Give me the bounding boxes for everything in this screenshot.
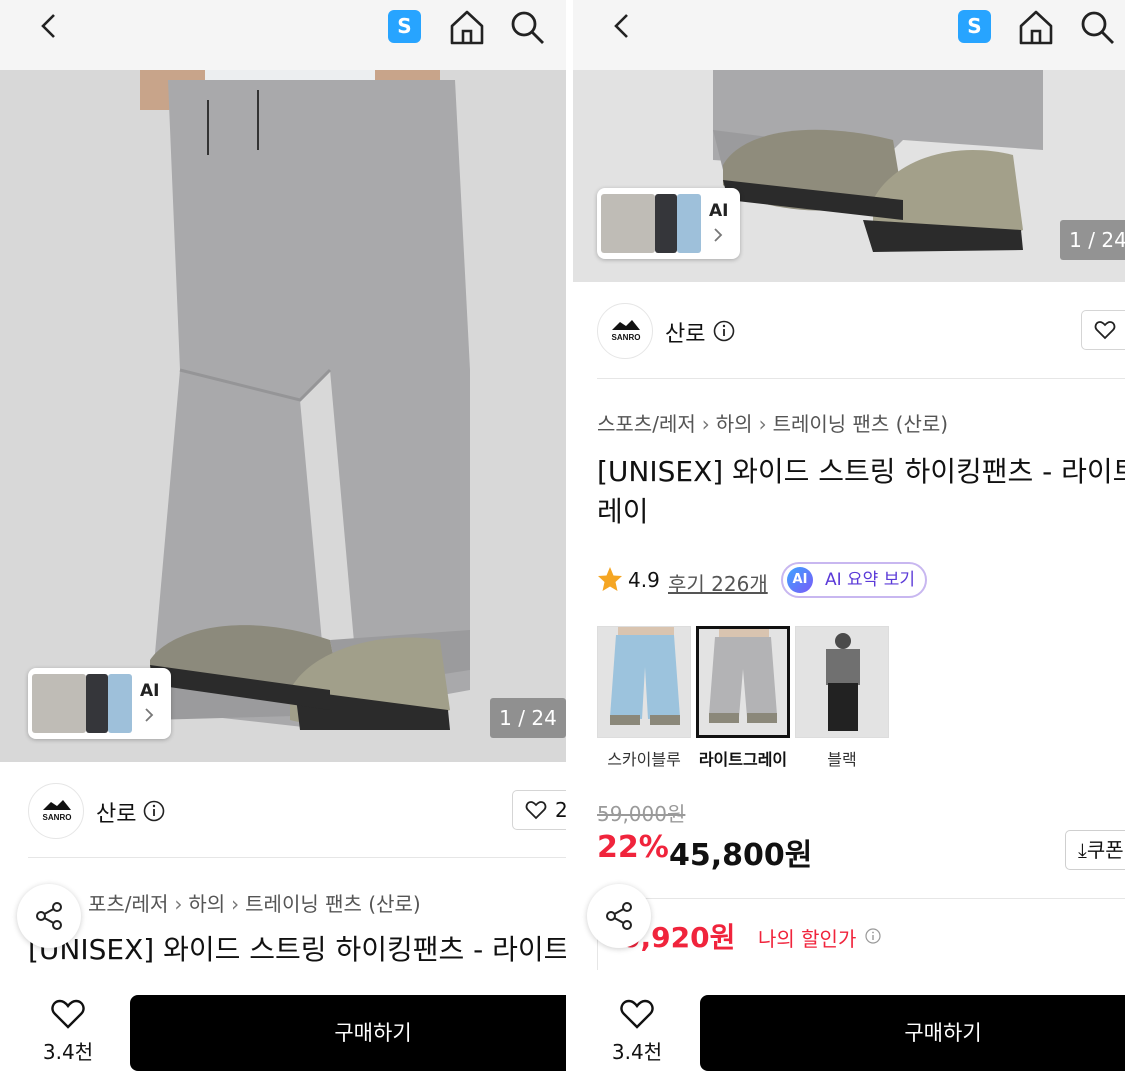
sanro-logo-icon: SANRO <box>612 320 641 342</box>
screen-left: S AI 1 / 24 SANRO 산로 포츠/레저 › 하의 › 트레이닝 팬… <box>0 0 566 1088</box>
breadcrumb-item[interactable]: 트레이닝 팬츠 (산로) <box>773 412 949 436</box>
share-icon <box>606 902 632 930</box>
color-label: 블랙 <box>827 750 857 769</box>
bottom-bar: 3.4천 구매하기 <box>0 970 566 1088</box>
wish-button[interactable]: 2 <box>512 790 566 830</box>
breadcrumb-item[interactable]: 스포츠/레저 <box>597 412 696 436</box>
my-discount-label: 나의 할인가 <box>758 927 857 951</box>
brand-logo[interactable]: SANRO <box>28 783 84 839</box>
brand-logo[interactable]: SANRO <box>597 303 653 359</box>
star-icon <box>598 567 622 591</box>
image-counter: 1 / 24 <box>490 698 566 738</box>
divider <box>28 857 566 858</box>
reviews-link[interactable]: 후기 226개 <box>668 568 768 597</box>
share-icon <box>36 902 62 930</box>
heart-outline-icon <box>525 801 547 820</box>
s-badge-icon[interactable]: S <box>388 10 421 43</box>
rating-value: 4.9 <box>628 568 660 592</box>
color-option-black[interactable] <box>795 626 889 738</box>
breadcrumb: 포츠/레저 › 하의 › 트레이닝 팬츠 (산로) <box>88 892 421 916</box>
like-count: 3.4천 <box>611 1040 663 1064</box>
ai-similar-thumbnail[interactable]: AI <box>597 188 740 259</box>
info-icon[interactable] <box>713 320 735 342</box>
ai-similar-thumbnail[interactable]: AI <box>28 668 171 739</box>
sale-price: 45,800원 <box>669 838 813 873</box>
share-button[interactable] <box>17 884 81 948</box>
search-icon[interactable] <box>1078 8 1116 46</box>
ai-label: AI <box>709 201 729 221</box>
ai-label: AI <box>140 681 160 701</box>
thumb-1 <box>601 194 655 253</box>
info-icon[interactable] <box>143 800 165 822</box>
product-photo <box>0 70 566 762</box>
share-button[interactable] <box>587 884 651 948</box>
thumb-2 <box>86 674 108 733</box>
chevron-right-icon <box>714 228 723 242</box>
top-bar: S <box>0 0 566 70</box>
wish-count: 2 <box>555 798 566 822</box>
brand-name[interactable]: 산로 <box>96 796 136 828</box>
ai-summary-label: AI 요약 보기 <box>825 570 916 590</box>
buy-button[interactable]: 구매하기 <box>700 995 1125 1071</box>
buy-button[interactable]: 구매하기 <box>130 995 566 1071</box>
swatch-photo <box>796 627 888 737</box>
swatch-photo <box>598 627 690 737</box>
thumb-3 <box>677 194 701 253</box>
wish-button[interactable]: 2 <box>1081 310 1125 350</box>
coupon-button[interactable]: ⤓쿠폰 <box>1065 830 1125 870</box>
color-label-selected: 라이트그레이 <box>698 750 788 769</box>
breadcrumb: 스포츠/레저 › 하의 › 트레이닝 팬츠 (산로) <box>597 412 949 436</box>
like-heart-icon[interactable] <box>50 998 86 1030</box>
original-price: 59,000원 <box>597 802 686 826</box>
info-icon[interactable] <box>865 928 881 944</box>
chevron-right-icon <box>145 708 154 722</box>
ai-icon: AI <box>787 567 813 593</box>
breadcrumb-item[interactable]: 하의 <box>716 412 753 436</box>
heart-outline-icon <box>1094 321 1116 340</box>
like-count: 3.4천 <box>42 1040 94 1064</box>
product-image[interactable]: AI 1 / 24 <box>0 70 566 762</box>
bottom-bar: 3.4천 구매하기 <box>573 970 1125 1088</box>
product-title: [UNISEX] 와이드 스트링 하이킹팬츠 - 라이트그 레이 <box>597 455 1125 528</box>
breadcrumb-item[interactable]: 트레이닝 팬츠 (산로) <box>245 892 421 916</box>
home-icon[interactable] <box>448 8 486 46</box>
panel-divider <box>566 0 573 1088</box>
divider <box>597 378 1125 379</box>
breadcrumb-item[interactable]: 하의 <box>188 892 225 916</box>
brand-name[interactable]: 산로 <box>665 316 705 348</box>
svg-text:SANRO: SANRO <box>612 333 641 342</box>
thumb-1 <box>32 674 86 733</box>
svg-text:SANRO: SANRO <box>43 813 72 822</box>
download-icon: ⤓ <box>1078 838 1087 862</box>
discount-rate: 22% <box>597 830 669 865</box>
breadcrumb-item[interactable]: 포츠/레저 <box>88 892 168 916</box>
top-bar: S <box>573 0 1125 70</box>
color-option-skyblue[interactable] <box>597 626 691 738</box>
color-label: 스카이블루 <box>607 750 681 769</box>
product-image[interactable]: AI 1 / 24 <box>573 70 1125 282</box>
back-icon[interactable] <box>36 12 64 40</box>
product-title: [UNISEX] 와이드 스트링 하이킹팬츠 - 라이트그 <box>28 933 566 966</box>
like-heart-icon[interactable] <box>619 998 655 1030</box>
swatch-photo <box>699 629 787 735</box>
coupon-label: 쿠폰 <box>1086 838 1124 862</box>
home-icon[interactable] <box>1017 8 1055 46</box>
thumb-2 <box>655 194 677 253</box>
thumb-3 <box>108 674 132 733</box>
back-icon[interactable] <box>609 12 637 40</box>
sanro-logo-icon: SANRO <box>43 800 72 822</box>
screen-right: S AI 1 / 24 SANRO 산로 2 스포츠/레저›하 <box>573 0 1125 1088</box>
image-counter: 1 / 24 <box>1060 220 1125 260</box>
ai-summary-button[interactable]: AI AI 요약 보기 <box>781 562 928 598</box>
color-option-lightgray[interactable] <box>696 626 790 738</box>
search-icon[interactable] <box>508 8 546 46</box>
s-badge-icon[interactable]: S <box>958 10 991 43</box>
